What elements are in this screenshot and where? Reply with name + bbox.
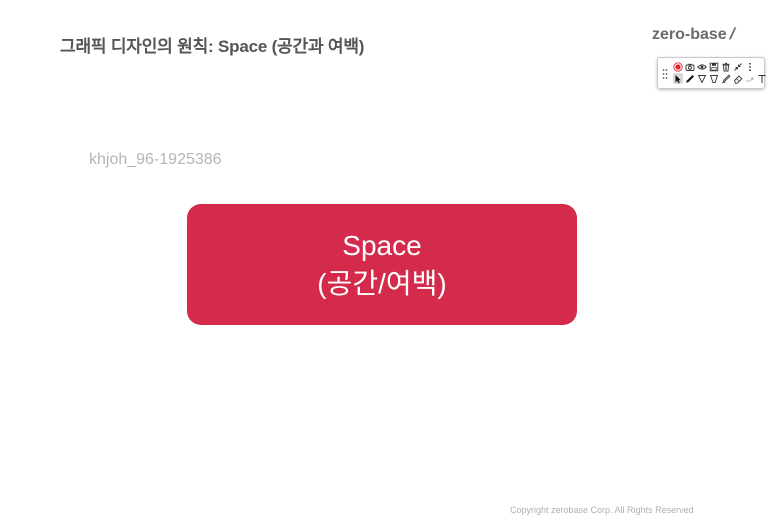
trash-icon[interactable] bbox=[721, 61, 731, 72]
zero-base-logo: zero-base/ bbox=[652, 26, 737, 44]
eye-icon[interactable] bbox=[697, 61, 707, 72]
pen-icon[interactable] bbox=[685, 73, 695, 84]
annotation-toolbar bbox=[657, 57, 767, 89]
user-watermark: khjoh_96-1925386 bbox=[89, 151, 222, 168]
lasso-icon[interactable] bbox=[721, 73, 731, 84]
slide-title: 그래픽 디자인의 원칙: Space (공간과 여백) bbox=[60, 37, 365, 56]
laser-icon[interactable] bbox=[745, 73, 755, 84]
camera-icon[interactable] bbox=[685, 61, 695, 72]
logo-mark: / bbox=[727, 26, 737, 43]
box-title: Space bbox=[342, 229, 422, 261]
space-concept-box: Space (공간/여백) bbox=[187, 204, 577, 325]
eraser-icon[interactable] bbox=[733, 73, 743, 84]
cursor-icon[interactable] bbox=[673, 73, 683, 84]
drag-handle-icon[interactable] bbox=[662, 67, 668, 79]
record-icon[interactable] bbox=[673, 61, 683, 72]
box-subtitle: (공간/여백) bbox=[317, 267, 447, 299]
copyright-notice: Copyright zerobase Corp. All Rights Rese… bbox=[510, 505, 694, 515]
highlighter-icon[interactable] bbox=[697, 73, 707, 84]
marker-icon[interactable] bbox=[709, 73, 719, 84]
text-icon[interactable] bbox=[757, 73, 767, 84]
collapse-icon[interactable] bbox=[733, 61, 743, 72]
logo-text: zero-base bbox=[652, 26, 727, 43]
more-icon[interactable] bbox=[745, 61, 755, 72]
save-icon[interactable] bbox=[709, 61, 719, 72]
